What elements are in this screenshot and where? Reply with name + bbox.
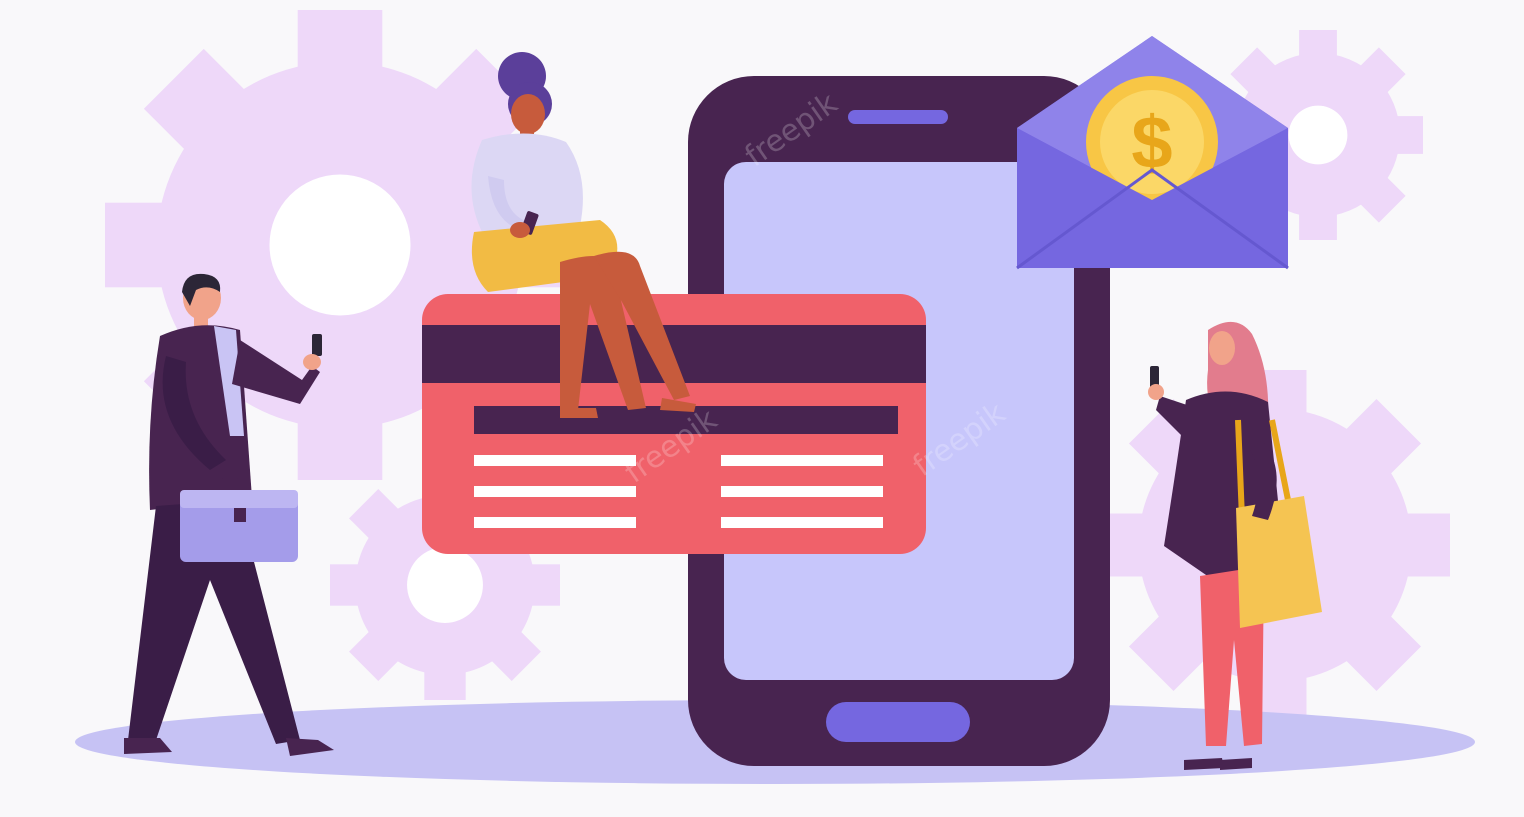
illustration-canvas: $ freepik freepik freepik: [75, 10, 1475, 784]
phone-home-button: [826, 702, 970, 742]
payment-illustration: $ freepik freepik freepik: [0, 0, 1524, 817]
phone-speaker: [848, 110, 948, 124]
